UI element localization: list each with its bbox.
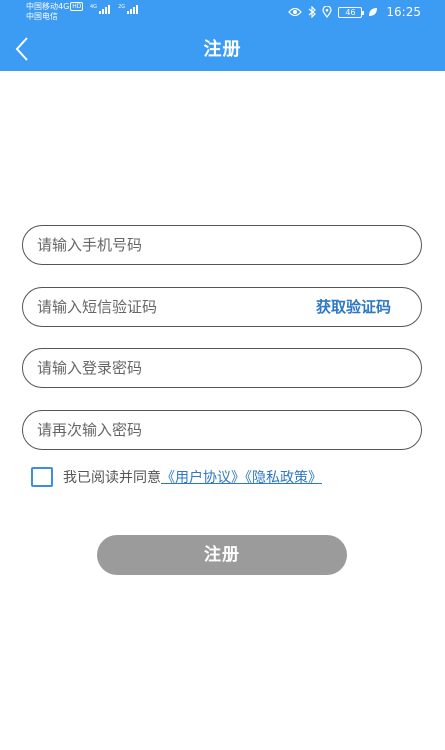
agreement-row: 我已阅读并同意 《用户协议》《隐私政策》 [31,466,322,488]
phone-input[interactable] [37,226,297,264]
signal-indicators: 4G 2G [90,4,139,14]
carrier-info: 中国移动4G HD 中国电信 [26,2,84,22]
carrier-2-label: 中国电信 [26,12,58,21]
confirm-password-input[interactable] [37,411,297,449]
status-bar: 中国移动4G HD 中国电信 4G 2G 46 16:25 [0,0,445,28]
clock: 16:25 [386,5,421,19]
agreement-text: 我已阅读并同意 [63,470,161,486]
password-input[interactable] [37,349,297,387]
battery-level: 46 [345,7,356,17]
header: 注册 [0,28,445,71]
signal-1-label: 4G [90,4,98,10]
user-agreement-link[interactable]: 《用户协议》 [161,470,245,486]
phone-field [22,225,422,265]
register-button[interactable]: 注册 [97,535,347,575]
signal-2-label: 2G [118,4,126,10]
page-title: 注册 [203,39,242,60]
bluetooth-icon [309,6,317,18]
agreement-checkbox[interactable] [31,467,53,487]
location-icon [322,6,333,18]
privacy-policy-link[interactable]: 《隐私政策》 [245,470,322,486]
hd-badge: HD [70,2,84,11]
carrier-1-label: 中国移动4G [26,2,70,11]
confirm-password-field [22,410,422,450]
battery-icon: 46 [338,6,365,18]
sms-code-field: 获取验证码 [22,287,422,327]
status-icons: 46 16:25 [288,5,421,19]
signal-icon: 4G [90,4,111,14]
eye-icon [288,7,303,17]
get-code-button[interactable]: 获取验证码 [316,288,391,326]
leaf-icon [369,8,378,16]
agreement-links: 《用户协议》《隐私政策》 [161,467,322,487]
sms-code-input[interactable] [37,288,297,326]
signal-icon: 2G [118,4,139,14]
password-field [22,348,422,388]
